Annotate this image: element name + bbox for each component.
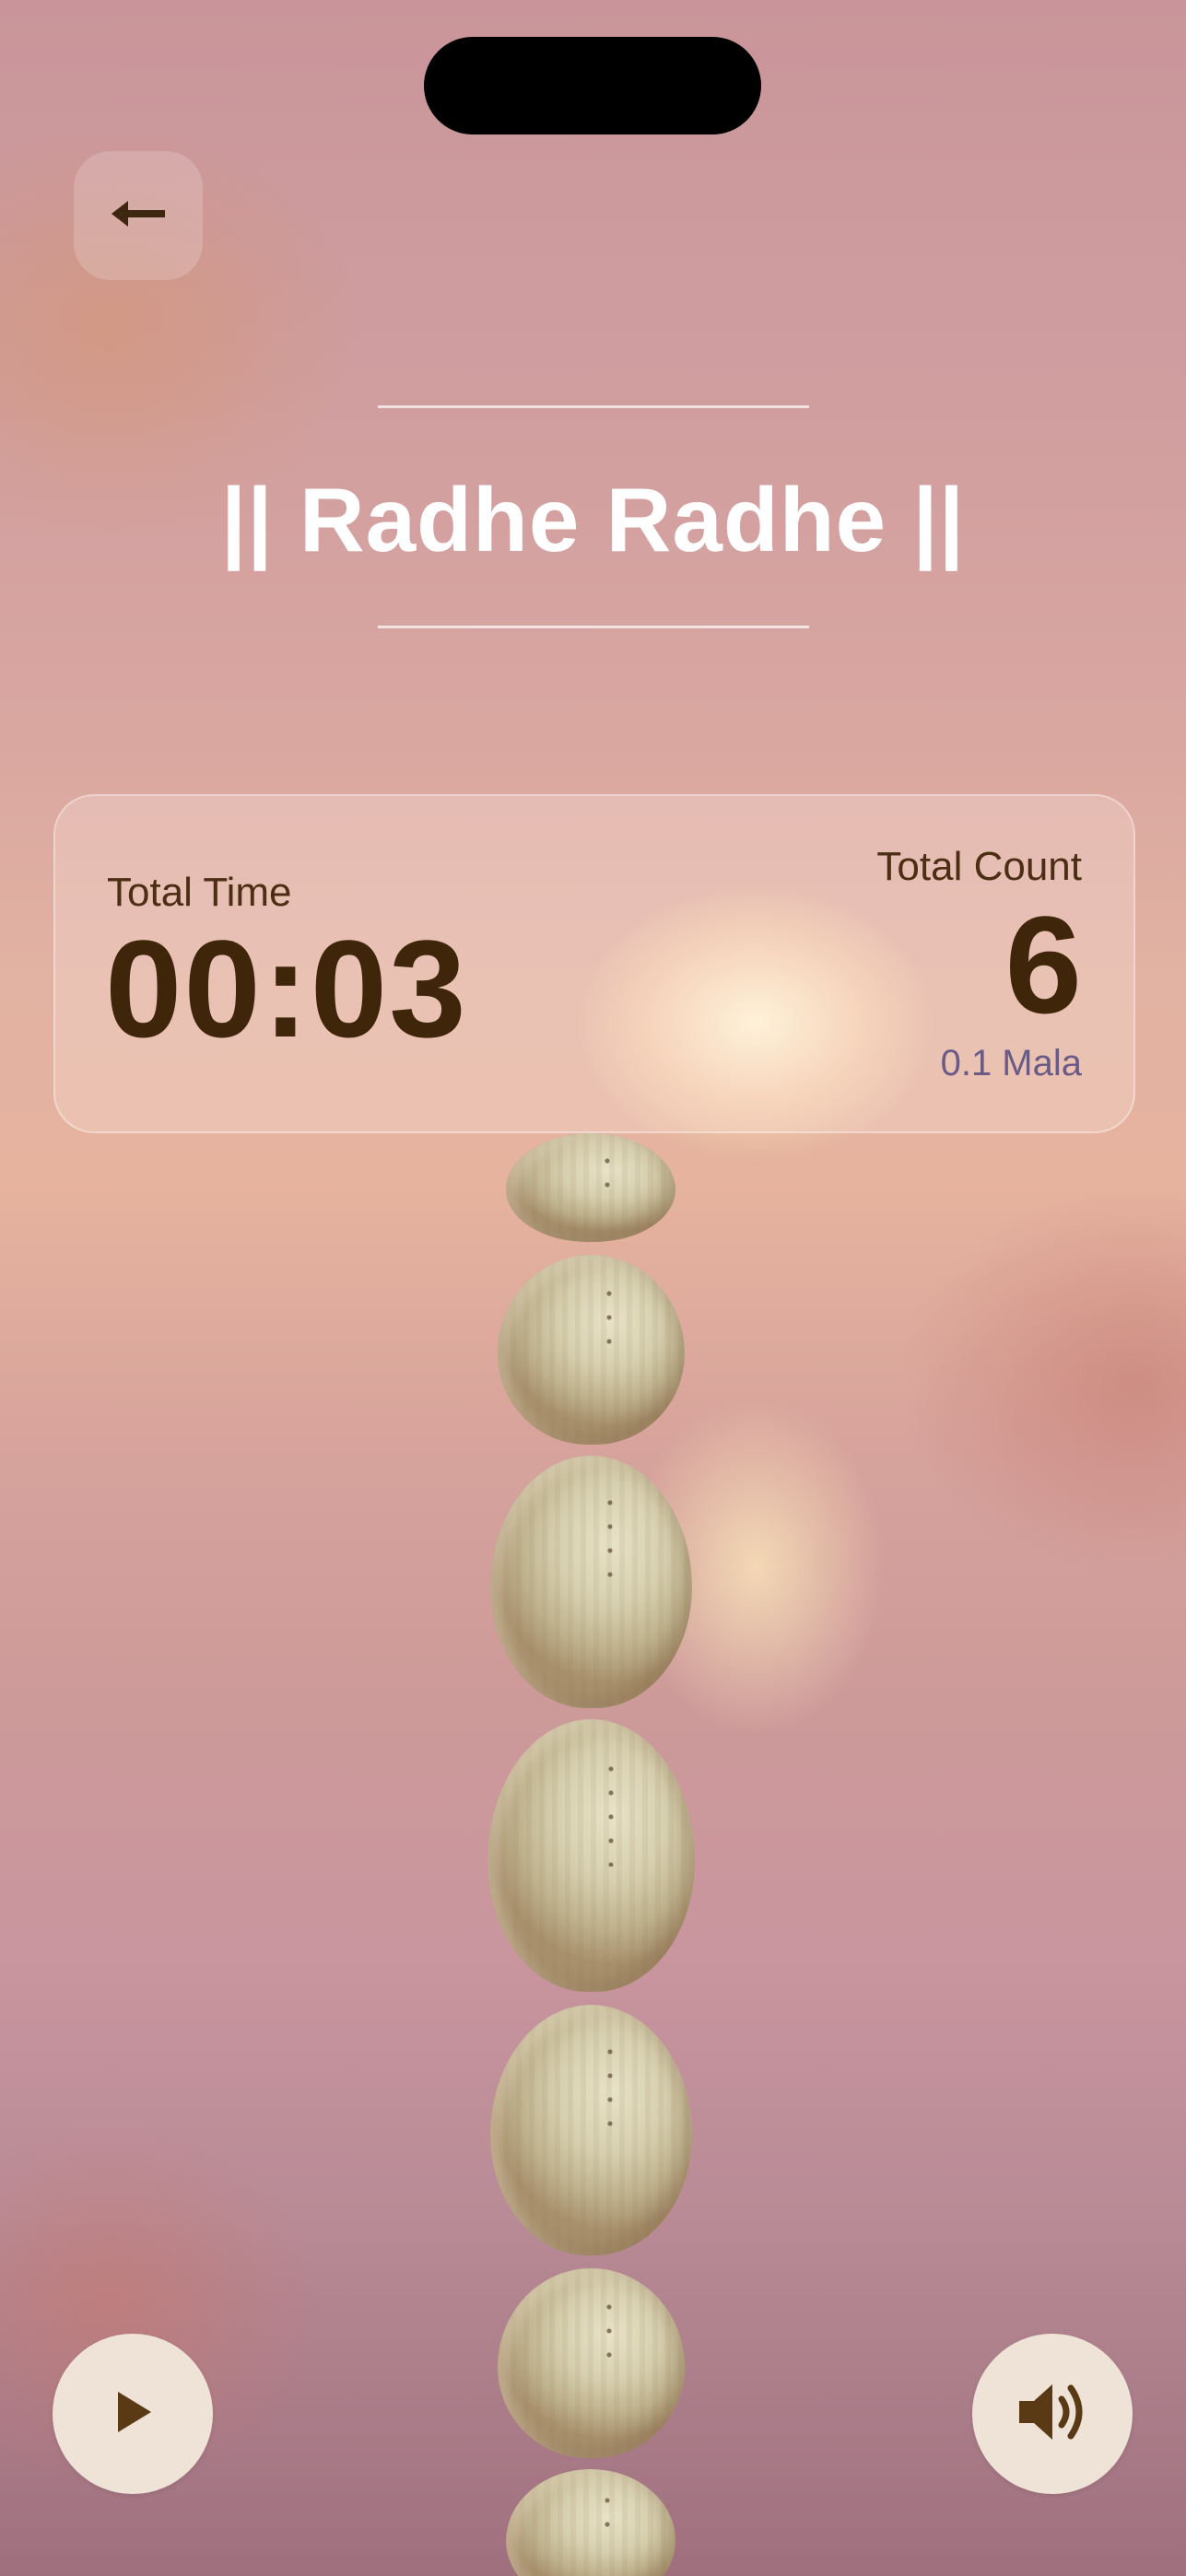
- bead[interactable]: [506, 1133, 675, 1242]
- title-divider-top: [378, 405, 809, 408]
- title-divider-bottom: [378, 626, 809, 628]
- bead[interactable]: [506, 2469, 675, 2576]
- back-button[interactable]: [74, 151, 203, 280]
- sound-button[interactable]: [972, 2334, 1133, 2494]
- total-count-label: Total Count: [876, 844, 1082, 889]
- bead[interactable]: [498, 2268, 685, 2458]
- speaker-icon: [1016, 2379, 1089, 2450]
- bead[interactable]: [490, 1456, 692, 1708]
- total-time-value: 00:03: [105, 911, 468, 1066]
- japa-counter-screen: || Radhe Radhe || Total Time 00:03 Total…: [0, 0, 1186, 2576]
- arrow-left-icon: [108, 195, 169, 237]
- stats-card: Total Time 00:03 Total Count 6 0.1 Mala: [53, 794, 1135, 1133]
- total-count-value: 6: [1004, 887, 1082, 1042]
- bead[interactable]: [498, 1255, 685, 1445]
- mantra-title: || Radhe Radhe ||: [220, 469, 966, 570]
- bead[interactable]: [490, 2005, 692, 2255]
- play-icon: [109, 2388, 157, 2441]
- total-time-label: Total Time: [107, 870, 292, 915]
- mala-count-value: 0.1 Mala: [940, 1043, 1082, 1083]
- play-button[interactable]: [53, 2334, 213, 2494]
- bead[interactable]: [487, 1719, 695, 1992]
- camera-notch: [424, 37, 761, 135]
